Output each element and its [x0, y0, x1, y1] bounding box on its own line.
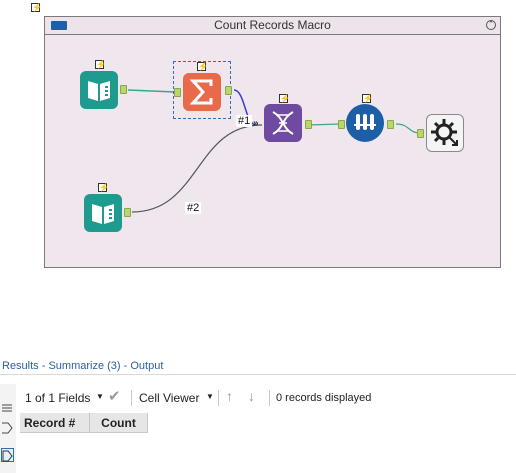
connection-input2-append	[131, 124, 263, 213]
toolbar-separator	[218, 390, 219, 406]
connection-append-tubes	[307, 123, 341, 126]
append-fields-tool[interactable]	[264, 104, 302, 142]
macro-input-icon	[92, 204, 114, 224]
dna-append-icon	[272, 111, 294, 135]
tool-bolt-icon: ⚡	[362, 94, 373, 103]
arrow-up-icon[interactable]: ↑	[226, 388, 233, 404]
column-header-record[interactable]: Record #	[20, 413, 90, 433]
output-anchor[interactable]	[124, 208, 131, 217]
input-anchor-target[interactable]: »	[253, 118, 259, 129]
toolbar-separator	[269, 390, 270, 406]
output-anchor-view-icon[interactable]	[1, 448, 14, 462]
fields-selector[interactable]: 1 of 1 Fields	[25, 391, 90, 405]
macro-input-icon	[88, 81, 110, 101]
checkmark-icon[interactable]: ✔	[108, 387, 121, 405]
macro-input-tool-2[interactable]	[84, 194, 122, 232]
gear-output-icon	[431, 119, 458, 146]
summarize-tool[interactable]	[183, 73, 221, 111]
tool-bolt-icon: ⚡	[279, 94, 290, 103]
tool-bolt-icon: ⚡	[197, 62, 208, 71]
input-anchor[interactable]	[174, 88, 181, 97]
macro-output-tool[interactable]	[426, 114, 464, 152]
dropdown-arrow-icon[interactable]: ▼	[206, 392, 214, 401]
results-grid: Record # Count	[16, 410, 516, 473]
list-view-icon[interactable]	[2, 400, 12, 412]
connection-label-2[interactable]: #2	[185, 202, 202, 214]
test-tubes-icon	[354, 114, 376, 130]
cell-viewer-selector[interactable]: Cell Viewer	[139, 391, 199, 405]
tool-bolt-icon: ⚡	[95, 60, 106, 69]
tool-bolt-icon: ⚡	[98, 183, 109, 192]
toolbar-separator	[131, 390, 132, 406]
test-tubes-tool[interactable]	[346, 104, 384, 142]
input-anchor[interactable]	[338, 120, 345, 129]
output-anchor[interactable]	[305, 120, 312, 129]
output-anchor[interactable]	[225, 86, 232, 95]
records-status: 0 records displayed	[276, 392, 372, 404]
connection-label-1[interactable]: #1	[236, 115, 253, 127]
output-anchor[interactable]	[120, 85, 127, 94]
column-header-count[interactable]: Count	[90, 413, 148, 433]
macro-input-tool-1[interactable]	[80, 71, 118, 109]
connection-input1-summarize	[127, 89, 176, 93]
input-anchor-view-icon[interactable]	[1, 421, 13, 434]
results-title: Results - Summarize (3) - Output	[2, 360, 164, 372]
results-toolbar: ⋯ 1 of 1 Fields ▼ ✔ Cell Viewer ▼ ↑ ↓ 0 …	[0, 382, 516, 410]
summarize-sigma-icon	[189, 79, 213, 105]
input-anchor[interactable]	[417, 129, 424, 138]
results-left-strip	[0, 384, 16, 473]
arrow-down-icon[interactable]: ↓	[248, 388, 255, 404]
output-anchor[interactable]	[387, 120, 394, 129]
dropdown-arrow-icon[interactable]: ▼	[96, 392, 104, 401]
